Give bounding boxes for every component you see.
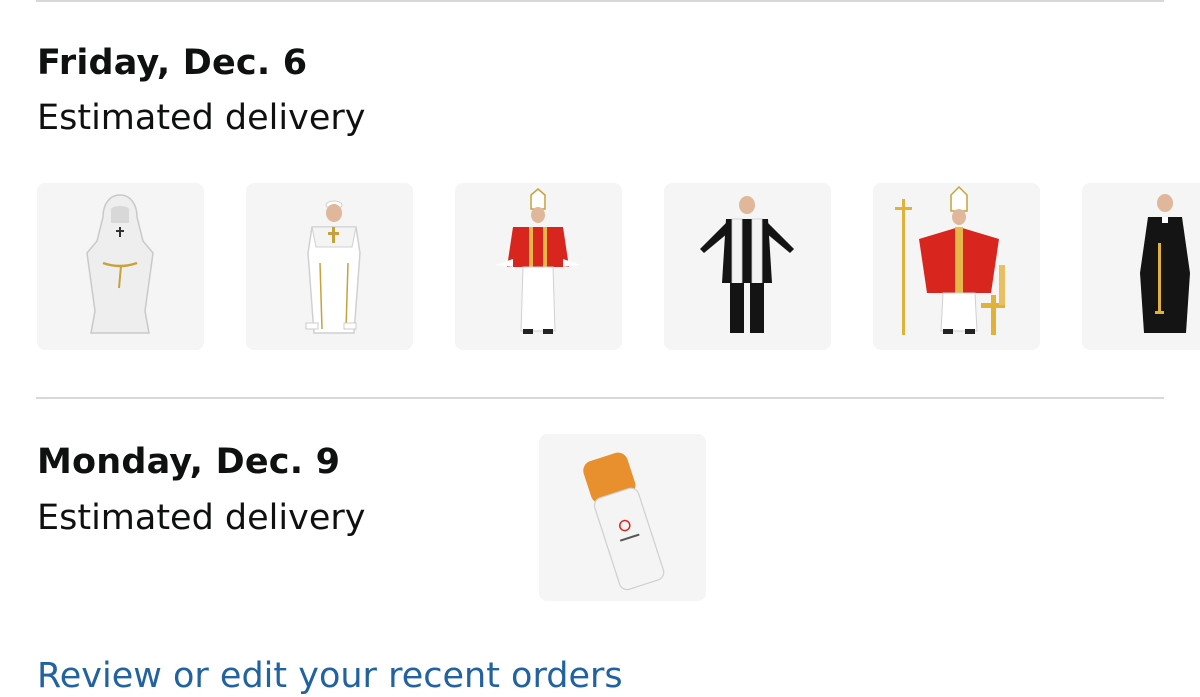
orders-page: Friday, Dec. 6 Estimated delivery Monday… [0, 0, 1200, 697]
white-pope-icon [305, 200, 361, 334]
product-thumbnail-black-priest-cassock[interactable] [1082, 183, 1200, 350]
product-thumbnail-cigarette-pillow[interactable] [539, 434, 706, 601]
black-priest-stole-icon [700, 196, 794, 333]
white-monk-robe-icon [86, 194, 154, 334]
red-bishop-staff-icon [895, 185, 1005, 335]
delivery-status-label: Estimated delivery [37, 98, 366, 138]
black-priest-cassock-icon [1140, 194, 1190, 333]
delivery-date-heading: Friday, Dec. 6 [37, 43, 308, 83]
product-thumbnail-white-pope[interactable] [246, 183, 413, 350]
divider [36, 397, 1164, 399]
product-thumbnail-black-priest-stole[interactable] [664, 183, 831, 350]
review-orders-link[interactable]: Review or edit your recent orders [37, 652, 623, 697]
delivery-status-label: Estimated delivery [37, 498, 366, 538]
cigarette-pillow-icon [583, 452, 665, 591]
delivery-date-heading: Monday, Dec. 9 [37, 442, 341, 482]
product-thumbnail-white-monk-robe[interactable] [37, 183, 204, 350]
red-cardinal-icon [495, 188, 581, 334]
product-thumbnail-red-cardinal[interactable] [455, 183, 622, 350]
product-thumbnail-red-bishop-staff[interactable] [873, 183, 1040, 350]
divider [36, 0, 1164, 2]
